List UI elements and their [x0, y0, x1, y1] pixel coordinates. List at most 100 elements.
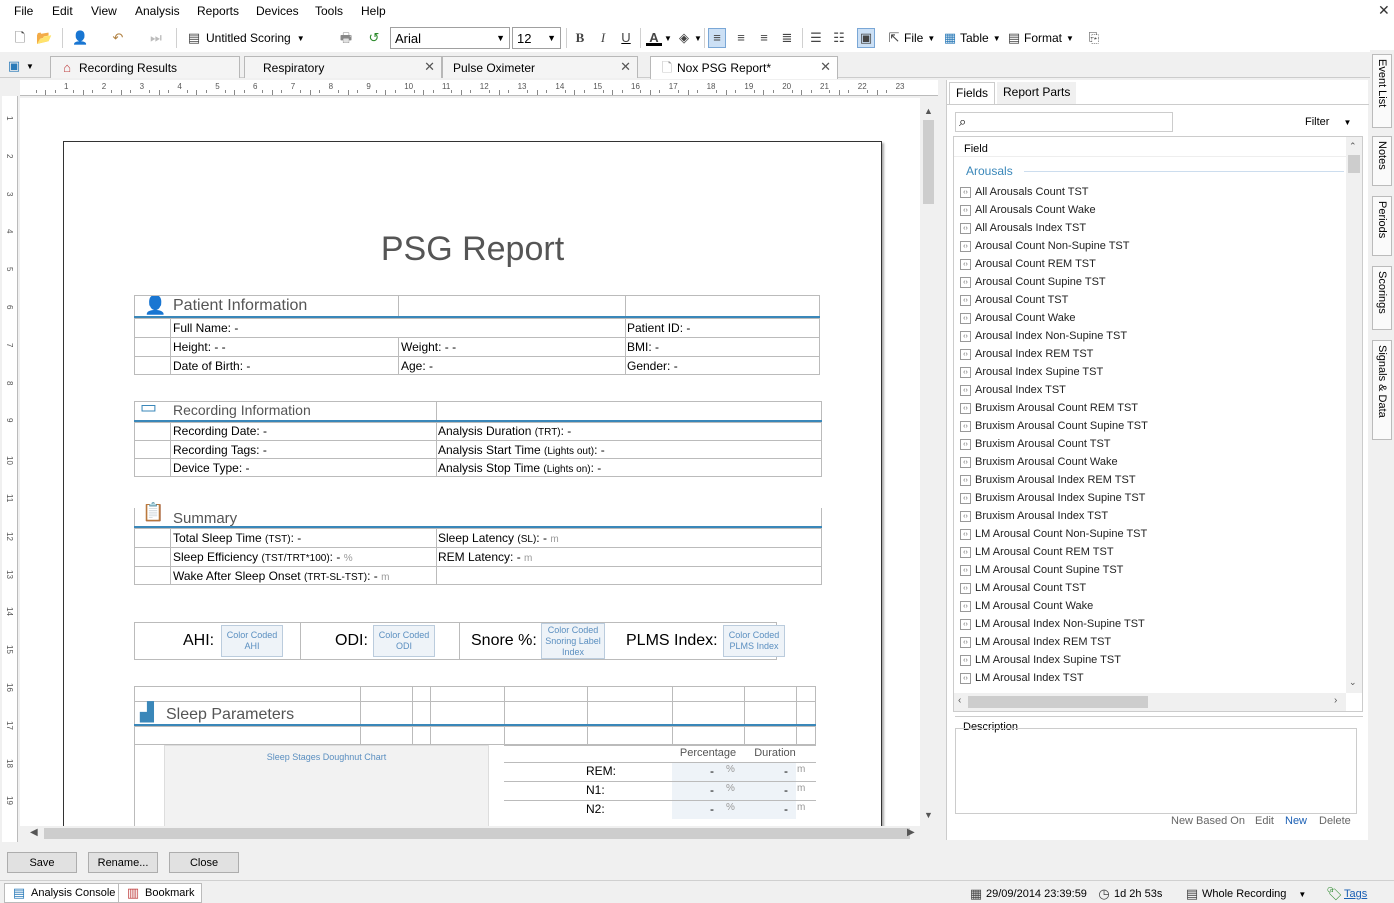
field-list-vertical-scrollbar[interactable]: ⌃ ⌄	[1346, 137, 1362, 693]
new-document-button[interactable]: 🗋	[12, 28, 28, 48]
scroll-thumb[interactable]	[1348, 155, 1360, 173]
close-button[interactable]: Close	[169, 852, 239, 873]
scroll-thumb[interactable]	[968, 696, 1148, 708]
close-icon[interactable]: ✕	[424, 59, 435, 75]
field-list-item[interactable]: ‹› Bruxism Arousal Index TST	[960, 507, 1108, 525]
format-menu-button[interactable]: ▤ Format ▼	[1006, 28, 1074, 48]
view-selector-button[interactable]: ▣ ▼	[6, 56, 34, 76]
sidebar-tab-scorings[interactable]: Scorings	[1372, 266, 1392, 330]
menu-tools[interactable]: Tools	[315, 4, 343, 18]
scoring-dropdown[interactable]: ▤ Untitled Scoring ▼	[186, 28, 305, 48]
field-list-item[interactable]: ‹› LM Arousal Count Wake	[960, 597, 1093, 615]
tags-link[interactable]: 🏷 Tags	[1326, 886, 1367, 902]
export-button[interactable]: ⎘	[1086, 28, 1102, 48]
bold-button[interactable]: B	[572, 28, 588, 48]
document-canvas[interactable]: PSG Report 👤 Patient Information Full Na…	[20, 98, 920, 826]
menu-analysis[interactable]: Analysis	[135, 4, 180, 18]
menu-view[interactable]: View	[91, 4, 117, 18]
scroll-thumb[interactable]	[44, 828, 910, 839]
align-right-button[interactable]: ≡	[756, 28, 772, 48]
menu-reports[interactable]: Reports	[197, 4, 239, 18]
new-based-on-link[interactable]: New Based On	[1171, 815, 1245, 827]
field-list-item[interactable]: ‹› Arousal Index Non-Supine TST	[960, 327, 1127, 345]
sidebar-tab-signals-data[interactable]: Signals & Data	[1372, 340, 1392, 440]
tab-recording-results[interactable]: ⌂ Recording Results	[50, 56, 240, 78]
scroll-left-icon[interactable]: ‹	[958, 695, 961, 706]
sidebar-tab-periods[interactable]: Periods	[1372, 196, 1392, 256]
field-list-item[interactable]: ‹› LM Arousal Index REM TST	[960, 633, 1111, 651]
field-list-item[interactable]: ‹› Bruxism Arousal Count TST	[960, 435, 1111, 453]
scroll-right-icon[interactable]: ›	[1334, 695, 1337, 706]
table-menu-button[interactable]: ▦ Table ▼	[942, 28, 1001, 48]
field-list-item[interactable]: ‹› Arousal Count Supine TST	[960, 273, 1106, 291]
field-list-item[interactable]: ‹› LM Arousal Index Non-Supine TST	[960, 615, 1145, 633]
field-list-item[interactable]: ‹› Arousal Index TST	[960, 381, 1066, 399]
bullet-list-button[interactable]: ☰	[808, 28, 824, 48]
fill-color-button[interactable]: ◈ ▼	[676, 28, 702, 48]
underline-button[interactable]: U	[618, 28, 634, 48]
field-list-item[interactable]: ‹› Arousal Count Wake	[960, 309, 1075, 327]
print-button[interactable]: 🖶	[338, 28, 354, 48]
snore-color-coded[interactable]: Color Coded Snoring Label Index	[541, 623, 605, 659]
scroll-right-icon[interactable]: ▶	[907, 827, 915, 838]
scroll-thumb[interactable]	[923, 120, 934, 204]
report-page[interactable]: PSG Report 👤 Patient Information Full Na…	[63, 141, 882, 826]
range-dropdown[interactable]: ▤ Whole Recording ▼	[1184, 886, 1306, 902]
scroll-up-icon[interactable]: ▲	[924, 106, 933, 116]
tab-pulse-oximeter[interactable]: Pulse Oximeter ✕	[442, 56, 638, 78]
undo-button[interactable]: ↶	[110, 28, 126, 48]
odi-color-coded[interactable]: Color Coded ODI	[373, 625, 435, 657]
tab-respiratory[interactable]: Respiratory ✕	[244, 56, 442, 78]
field-list-item[interactable]: ‹› Arousal Index Supine TST	[960, 363, 1103, 381]
delete-link[interactable]: Delete	[1319, 815, 1351, 827]
field-list-item[interactable]: ‹› LM Arousal Count Non-Supine TST	[960, 525, 1147, 543]
field-list-item[interactable]: ‹› All Arousals Count Wake	[960, 201, 1096, 219]
analysis-console-button[interactable]: ▤ Analysis Console	[4, 883, 123, 903]
field-list-item[interactable]: ‹› All Arousals Count TST	[960, 183, 1089, 201]
ahi-color-coded[interactable]: Color Coded AHI	[221, 625, 283, 657]
field-list-horizontal-scrollbar[interactable]: ‹ ›	[954, 693, 1346, 711]
open-button[interactable]: 📂	[36, 28, 52, 48]
field-list-item[interactable]: ‹› LM Arousal Index TST	[960, 669, 1084, 687]
field-search-input[interactable]: ⌕	[955, 112, 1173, 132]
font-size-select[interactable]: 12 ▼	[512, 27, 561, 49]
plms-color-coded[interactable]: Color Coded PLMS Index	[723, 625, 785, 657]
tab-fields[interactable]: Fields	[949, 82, 996, 104]
field-list-item[interactable]: ‹› All Arousals Index TST	[960, 219, 1086, 237]
field-list-item[interactable]: ‹› Arousal Count TST	[960, 291, 1068, 309]
tab-report-parts[interactable]: Report Parts	[997, 82, 1077, 104]
document-horizontal-scrollbar[interactable]: ◀ ▶	[20, 826, 920, 841]
tab-nox-psg-report[interactable]: 🗋 Nox PSG Report* ✕	[650, 56, 838, 79]
field-list-item[interactable]: ‹› Bruxism Arousal Count REM TST	[960, 399, 1138, 417]
file-menu-button[interactable]: ⇱ File ▼	[886, 28, 936, 48]
show-frames-button[interactable]: ▣	[857, 28, 875, 48]
group-arousals[interactable]: Arousals	[966, 164, 1013, 178]
scroll-down-icon[interactable]: ▼	[924, 810, 933, 820]
filter-dropdown[interactable]: Filter ▼	[1305, 116, 1351, 128]
sidebar-tab-notes[interactable]: Notes	[1372, 136, 1392, 186]
italic-button[interactable]: I	[595, 28, 611, 48]
sidebar-tab-event-list[interactable]: Event List	[1372, 54, 1392, 128]
new-link[interactable]: New	[1285, 815, 1307, 827]
save-button[interactable]: Save	[7, 852, 77, 873]
close-window-icon[interactable]: ✕	[1378, 2, 1390, 19]
menu-file[interactable]: File	[14, 4, 33, 18]
scroll-left-icon[interactable]: ◀	[30, 827, 38, 838]
field-list-item[interactable]: ‹› Bruxism Arousal Index Supine TST	[960, 489, 1145, 507]
text-color-button[interactable]: A ▼	[646, 28, 672, 48]
font-family-select[interactable]: Arial ▼	[390, 27, 510, 49]
menu-edit[interactable]: Edit	[52, 4, 73, 18]
document-vertical-scrollbar[interactable]: ▲ ▼	[920, 98, 937, 826]
align-left-button[interactable]: ≡	[708, 28, 726, 48]
rename-button[interactable]: Rename...	[88, 852, 158, 873]
redo-button[interactable]: ↺	[366, 28, 382, 48]
field-list-item[interactable]: ‹› Bruxism Arousal Index REM TST	[960, 471, 1136, 489]
menu-help[interactable]: Help	[361, 4, 386, 18]
field-list-item[interactable]: ‹› LM Arousal Count Supine TST	[960, 561, 1123, 579]
field-list-item[interactable]: ‹› Arousal Index REM TST	[960, 345, 1093, 363]
field-list-item[interactable]: ‹› Bruxism Arousal Count Supine TST	[960, 417, 1148, 435]
edit-link[interactable]: Edit	[1255, 815, 1274, 827]
bookmark-button[interactable]: ▥ Bookmark	[118, 883, 202, 903]
menu-devices[interactable]: Devices	[256, 4, 299, 18]
field-list-item[interactable]: ‹› Bruxism Arousal Count Wake	[960, 453, 1118, 471]
